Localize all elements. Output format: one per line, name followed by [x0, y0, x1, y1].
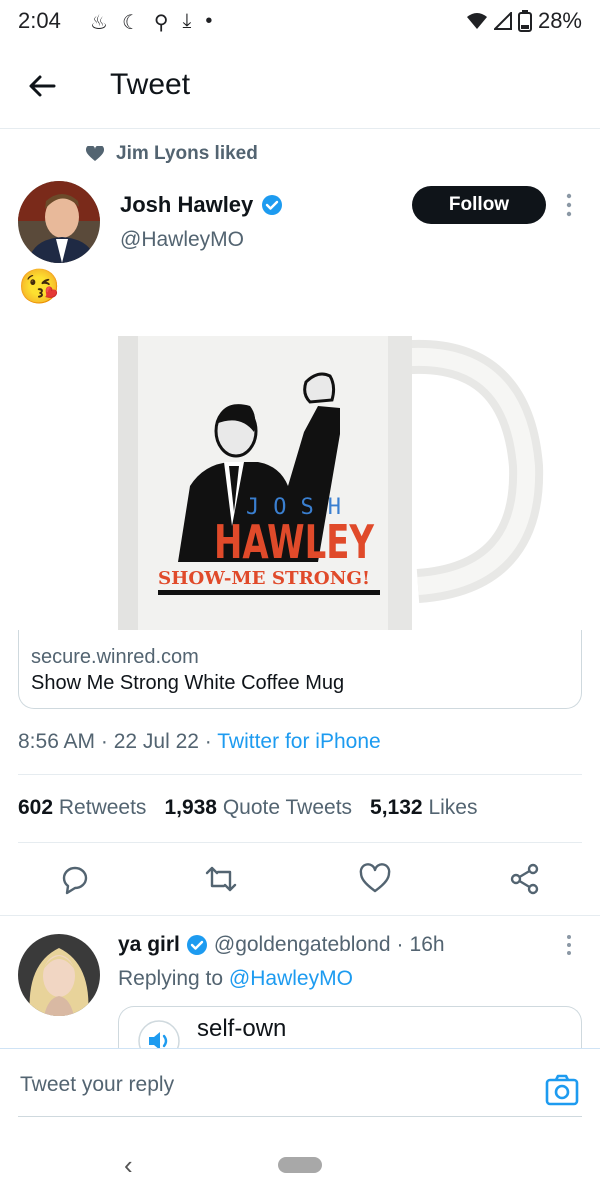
battery-percent: 28% [537, 8, 582, 33]
quote-tweets-stat[interactable]: 1,938 Quote Tweets [164, 796, 352, 820]
system-back-icon[interactable]: ‹ [124, 1150, 133, 1181]
social-context[interactable]: Jim Lyons liked [86, 143, 258, 165]
divider [18, 842, 582, 843]
reply-input[interactable] [18, 1067, 522, 1103]
more-options-icon[interactable] [562, 192, 576, 218]
location-icon: ⚲ [153, 12, 169, 34]
author-name: Josh Hawley [120, 192, 254, 217]
verified-badge-icon [262, 195, 283, 215]
page-title: Tweet [110, 68, 191, 101]
likes-stat[interactable]: 5,132 Likes [370, 796, 477, 820]
battery-icon [517, 10, 532, 32]
retweet-icon[interactable] [204, 862, 238, 896]
status-time: 2:04 [18, 8, 61, 33]
reply-composer [0, 1048, 600, 1119]
tweet-text: 😘 [18, 268, 61, 306]
quote-tweets-count: 1,938 [164, 796, 217, 819]
top-app-bar: Tweet [0, 44, 600, 129]
system-home-pill[interactable] [278, 1157, 322, 1173]
wifi-icon [466, 13, 487, 29]
reply-icon[interactable] [58, 862, 92, 896]
retweets-label: Retweets [58, 796, 147, 819]
more-notifications-icon: • [205, 10, 213, 32]
reply-author-handle: @goldengateblond [213, 933, 391, 956]
verified-badge-icon [186, 935, 207, 955]
reply-author-avatar[interactable] [18, 934, 100, 1016]
divider [18, 774, 582, 775]
share-icon[interactable] [508, 862, 542, 896]
status-bar: 2:04 ♨ ☾ ⚲ ⤓ • 28% [0, 0, 600, 44]
link-card-title: Show Me Strong White Coffee Mug [31, 672, 345, 694]
likes-count: 5,132 [370, 796, 423, 819]
do-not-disturb-icon: ☾ [121, 12, 140, 34]
like-icon[interactable] [358, 862, 392, 896]
author-name-row[interactable]: Josh Hawley [120, 192, 283, 218]
signal-icon [493, 12, 512, 30]
reply-more-options-icon[interactable] [562, 934, 576, 956]
reply-author-name: ya girl [118, 933, 180, 956]
tweet-actions [0, 858, 600, 902]
tweet-timestamp-row: 8:56 AM · 22 Jul 22 · Twitter for iPhone [18, 730, 381, 753]
replying-to-handle[interactable]: @HawleyMO [229, 967, 353, 990]
replying-to: Replying to @HawleyMO [118, 967, 353, 991]
tweet-media-image[interactable]: JOSH HAWLEY SHOW-ME STRONG! [18, 336, 582, 630]
camera-icon[interactable] [544, 1072, 580, 1108]
mug-last-name: HAWLEY [214, 515, 375, 569]
follow-button[interactable]: Follow [412, 186, 546, 224]
tweet-stats: 602 Retweets 1,938 Quote Tweets 5,132 Li… [18, 796, 477, 820]
reply-author-row[interactable]: ya girl @goldengateblond · 16h [118, 933, 445, 957]
author-avatar[interactable] [18, 181, 100, 263]
social-context-text: Jim Lyons liked [116, 143, 258, 164]
heart-filled-icon [86, 146, 104, 161]
status-notification-icons: ♨ ☾ ⚲ ⤓ • [90, 10, 212, 35]
reply-media-caption: self-own [197, 1015, 287, 1042]
tweet-time: 8:56 AM [18, 730, 96, 753]
tweet-date: 22 Jul 22 [113, 730, 199, 753]
link-card[interactable]: secure.winred.com Show Me Strong White C… [18, 630, 582, 709]
quote-tweets-label: Quote Tweets [222, 796, 353, 819]
mug-slogan: SHOW-ME STRONG! [158, 568, 370, 589]
back-arrow-icon[interactable] [24, 68, 60, 104]
retweets-count: 602 [18, 796, 54, 819]
retweets-stat[interactable]: 602 Retweets [18, 796, 146, 820]
composer-underline [18, 1116, 582, 1117]
status-right: 28% [466, 8, 582, 34]
notification-icon: ♨ [90, 12, 108, 34]
divider [0, 915, 600, 916]
link-card-domain: secure.winred.com [31, 646, 199, 668]
tweet-source-link[interactable]: Twitter for iPhone [217, 730, 380, 753]
likes-label: Likes [428, 796, 478, 819]
download-icon: ⤓ [182, 10, 192, 32]
reply-age: 16h [409, 933, 445, 956]
replying-prefix: Replying to [118, 967, 224, 990]
author-handle[interactable]: @HawleyMO [120, 228, 244, 252]
